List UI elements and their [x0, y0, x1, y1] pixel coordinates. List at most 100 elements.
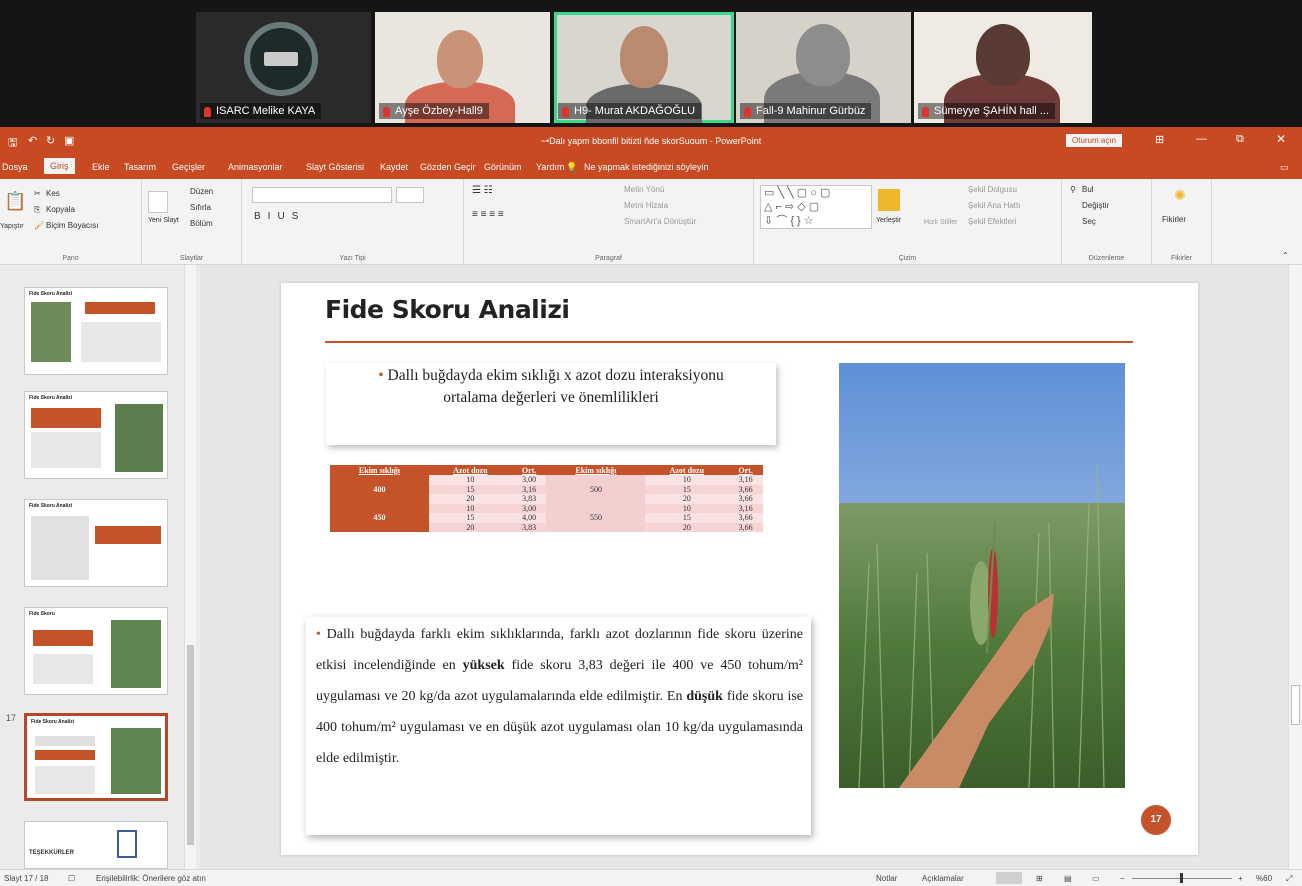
thumbnail-table [35, 750, 95, 760]
slide-thumbnail-selected[interactable]: Fide Skoru Analizi [24, 713, 168, 801]
fit-to-window-icon[interactable]: ⤢ [1286, 874, 1292, 884]
table-cell: 3,00 [511, 503, 547, 513]
comments-button[interactable]: Açıklamalar [922, 874, 964, 883]
participant-tile[interactable]: Ayşe Özbey-Hall9 [375, 12, 550, 123]
notes-button[interactable]: Notlar [876, 874, 897, 883]
tab-help[interactable]: Yardım [536, 162, 564, 172]
normal-view-icon[interactable] [996, 872, 1022, 884]
layout-button[interactable]: Düzen [190, 187, 213, 196]
zoom-in-icon[interactable]: + [1238, 874, 1243, 883]
slide-thumbnail[interactable]: TEŞEKKÜRLER [24, 821, 168, 869]
reading-view-icon[interactable]: ▤ [1064, 874, 1072, 883]
format-painter-button[interactable]: Biçim Boyacısı [46, 221, 98, 230]
thumbnail-table [33, 630, 93, 646]
copy-icon[interactable]: ⎘ [34, 205, 40, 215]
slide-thumbnail[interactable]: Fide Skoru Analizi [24, 499, 168, 587]
spellcheck-icon[interactable]: ☐ [68, 874, 75, 883]
bullet-icon: • [316, 627, 321, 642]
align-icons[interactable]: ≡ ≡ ≡ ≡ [472, 209, 504, 220]
participant-tile[interactable]: ISARC Melike KAYA [196, 12, 371, 123]
scrollbar-thumb[interactable] [187, 645, 194, 845]
tab-transitions[interactable]: Geçişler [172, 162, 205, 172]
cut-icon[interactable]: ✂ [34, 189, 41, 198]
accessibility-status[interactable]: Erişilebilirlik: Önerilere göz atın [96, 874, 206, 883]
designer-group: ✺ Fikirler Fikirler [1152, 179, 1212, 265]
thumbnail-scrollbar[interactable] [184, 265, 196, 869]
slide-thumbnail[interactable]: Fide Skoru Analizi [24, 287, 168, 375]
shapes-gallery[interactable]: ▭ ╲ ╲ ▢ ○ ▢ △ ⌐ ⇨ ◇ ▢ ⇩ ⌒ { } ☆ [760, 185, 872, 229]
participant-tile[interactable]: Sümeyye ŞAHİN hall ... [914, 12, 1092, 123]
table-header: Ort. [728, 465, 763, 475]
data-table[interactable]: Ekim sıklığı Azot dozu Ort. Ekim sıklığı… [330, 465, 763, 532]
minimize-icon[interactable]: — [1196, 133, 1207, 145]
tab-file[interactable]: Dosya [2, 162, 28, 172]
tab-record[interactable]: Kaydet [380, 162, 408, 172]
tab-view[interactable]: Görünüm [484, 162, 522, 172]
arrange-button[interactable]: Yerleştir [876, 217, 901, 224]
wheat-field-photo[interactable] [839, 363, 1125, 788]
subtitle-callout[interactable]: • Dallı buğdayda ekim sıklığı x azot doz… [326, 363, 776, 445]
smartart-button[interactable]: SmartArt'a Dönüştür [624, 217, 696, 226]
shape-effects-button[interactable]: Şekil Efektleri [968, 217, 1016, 226]
slide-scrollbar[interactable] [1288, 265, 1302, 869]
section-button[interactable]: Bölüm [190, 219, 213, 228]
slide-title[interactable]: Fide Skoru Analizi [325, 295, 570, 324]
bullets-icon[interactable]: ☰ ☷ [472, 185, 493, 196]
select-button[interactable]: Seç [1082, 217, 1096, 226]
zoom-level[interactable]: %60 [1256, 874, 1272, 883]
body-textbox[interactable]: • Dallı buğdayda farklı ekim sıklıkların… [306, 617, 811, 835]
font-size-box[interactable] [396, 187, 424, 203]
tab-insert[interactable]: Ekle [92, 162, 110, 172]
font-format-buttons[interactable]: BIUS [254, 211, 305, 222]
ribbon: 📋 Yapıştır ✂ Kes ⎘ Kopyala 🖌 Biçim Boyac… [0, 179, 1302, 265]
zoom-out-icon[interactable]: − [1120, 874, 1125, 883]
scrollbar-thumb[interactable] [1291, 685, 1300, 725]
sign-in-button[interactable]: Oturum açın [1066, 134, 1123, 147]
tab-animations[interactable]: Animasyonlar [228, 162, 283, 172]
font-name-box[interactable] [252, 187, 392, 203]
ideas-button[interactable]: Fikirler [1162, 215, 1186, 224]
close-icon[interactable]: ✕ [1276, 132, 1286, 146]
ribbon-tabs: Dosya Giriş Ekle Tasarım Geçişler Animas… [0, 155, 1302, 179]
zoom-slider-thumb[interactable] [1180, 873, 1183, 883]
align-text-button[interactable]: Metni Hizala [624, 201, 668, 210]
paste-icon[interactable]: 📋 [4, 191, 26, 212]
maximize-icon[interactable]: ⧉ [1236, 133, 1244, 146]
slide-thumbnail[interactable]: Fide Skoru [24, 607, 168, 695]
ideas-icon[interactable]: ✺ [1174, 187, 1186, 204]
shape-outline-button[interactable]: Şekil Ana Hattı [968, 201, 1020, 210]
find-icon[interactable]: ⚲ [1070, 185, 1076, 194]
tab-slideshow[interactable]: Slayt Gösterisi [306, 162, 364, 172]
table-cell: 15 [428, 484, 512, 494]
participant-tile[interactable]: Fall-9 Mahinur Gürbüz [736, 12, 911, 123]
collapse-ribbon-icon[interactable]: ⌃ [1282, 251, 1289, 260]
paste-button[interactable]: Yapıştır [0, 223, 24, 230]
participant-tile-active[interactable]: H9- Murat AKDAĞOĞLU [554, 12, 734, 123]
replace-button[interactable]: Değiştir [1082, 201, 1109, 210]
designer-label: Fikirler [1171, 255, 1192, 262]
new-slide-button[interactable]: Yeni Slayt [148, 217, 179, 224]
cut-button[interactable]: Kes [46, 189, 60, 198]
slide-sorter-icon[interactable]: ⊞ [1036, 874, 1043, 883]
video-conference-strip: ISARC Melike KAYA Ayşe Özbey-Hall9 H9- M… [0, 0, 1302, 127]
ribbon-display-icon[interactable]: ⊞ [1155, 133, 1164, 146]
thumbnail-table [95, 526, 161, 544]
tell-me-search[interactable]: Ne yapmak istediğinizi söyleyin [584, 162, 709, 172]
new-slide-icon[interactable] [148, 191, 168, 213]
arrange-icon[interactable] [878, 189, 900, 211]
slideshow-icon[interactable]: ▭ [1092, 874, 1100, 883]
tab-home[interactable]: Giriş [44, 158, 75, 174]
shape-fill-button[interactable]: Şekil Dolgusu [968, 185, 1017, 194]
thumbnail-photo [111, 728, 161, 794]
reset-button[interactable]: Sıfırla [190, 203, 211, 212]
format-painter-icon[interactable]: 🖌 [34, 221, 44, 230]
quick-styles-button[interactable]: Hızlı Stiller [924, 219, 957, 226]
copy-button[interactable]: Kopyala [46, 205, 75, 214]
slide-thumbnail[interactable]: Fide Skoru Analizi [24, 391, 168, 479]
tab-design[interactable]: Tasarım [124, 162, 156, 172]
comment-icon[interactable]: ▭ [1280, 162, 1289, 173]
tab-review[interactable]: Gözden Geçir [420, 162, 476, 172]
find-button[interactable]: Bul [1082, 185, 1094, 194]
text-direction-button[interactable]: Metin Yönü [624, 185, 664, 194]
slide-canvas[interactable]: Fide Skoru Analizi • Dallı buğdayda ekim… [281, 283, 1198, 855]
